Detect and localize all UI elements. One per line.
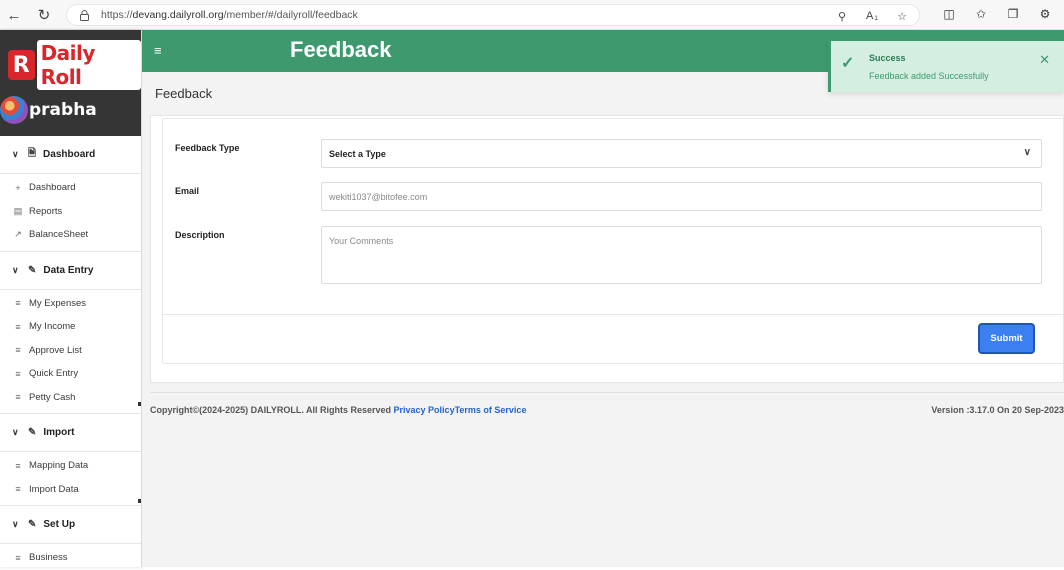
footer: Copyright©(2024-2025) DAILYROLL. All Rig… [150,392,1064,422]
external-link-icon: ↗ [14,229,22,240]
list-icon: ≡ [15,368,21,379]
sidebar: R Daily Roll prabha ∨ 🗎 Dashboard + Dashb… [0,30,142,567]
description-label: Description [175,230,225,240]
list-icon: ≡ [15,298,21,309]
plus-icon: + [15,182,21,193]
toast-title: Success [869,53,906,63]
sidebar-item-approve-list[interactable]: ≡ Approve List [0,339,141,363]
favorite-star-icon[interactable]: ☆ [893,7,911,25]
email-label: Email [175,186,200,196]
file-icon: 🗎 [28,148,37,159]
pencil-icon: ✎ [28,427,37,438]
sidebar-item-mapping-data[interactable]: ≡ Mapping Data [0,454,141,478]
address-bar[interactable]: https://devang.dailyroll.org/member/#/da… [66,4,920,26]
privacy-policy-link[interactable]: Privacy Policy [394,405,455,415]
nav-group-dashboard: ∨ 🗎 Dashboard + Dashboard ▤ Reports ↗ Balan… [0,136,141,258]
feedback-type-value: Select a Type [329,148,386,159]
breadcrumb: Feedback [155,86,213,101]
user-name: prabha [29,100,97,120]
list-icon: ≡ [15,552,21,563]
sidebar-item-reports[interactable]: ▤ Reports [0,200,141,224]
read-aloud-icon[interactable]: A ₁ [863,7,881,25]
terms-link[interactable]: Terms of Service [455,405,527,415]
description-textarea[interactable]: Your Comments [321,226,1042,284]
sidebar-item-balancesheet[interactable]: ↗ BalanceSheet [0,223,141,247]
sidebar-item-my-income[interactable]: ≡ My Income [0,315,141,339]
group-toggle-import[interactable]: ∨ ✎ Import [0,414,141,452]
version-text: Version :3.17.0 On 20 Sep-2023 [931,405,1064,415]
extensions-icon[interactable]: ⚙ [1036,4,1054,24]
sidebar-item-business[interactable]: ≡ Business [0,546,141,570]
sidebar-header: R Daily Roll prabha [0,30,141,136]
toast-message: Feedback added Successfully [869,71,989,81]
nav-group-data-entry: ∨ ✎ Data Entry ≡ My Expenses ≡ My Income ≡… [0,251,141,414]
sidebar-item-petty-cash[interactable]: ≡ Petty Cash [0,386,141,410]
zoom-icon[interactable]: ⚲ [833,7,851,25]
chevron-down-icon: ∨ [12,427,19,437]
list-icon: ≡ [15,392,21,403]
pencil-icon: ✎ [28,519,37,530]
clipboard-icon: ▤ [13,205,23,216]
list-icon: ≡ [15,321,21,332]
success-toast: ✓ Success Feedback added Successfully ✕ [828,41,1064,92]
scroll-marker [138,401,141,406]
page-title: Feedback [290,37,392,62]
divider [163,314,1064,315]
url-text: https://devang.dailyroll.org/member/#/da… [101,9,358,21]
logo-mark: R [8,50,35,80]
group-label: Dashboard [43,149,96,160]
feedback-card: Feedback Type Select a Type ∨ Email weki… [150,115,1064,383]
group-label: Data Entry [43,264,94,276]
chevron-down-icon: ∨ [12,264,19,275]
feedback-type-label: Feedback Type [175,143,240,153]
nav-group-import: ∨ ✎ Import ≡ Mapping Data ≡ Import Data [0,414,141,506]
scroll-marker [138,499,141,503]
main-content: Feedback Feedback Type Select a Type ∨ E… [142,72,1064,567]
group-label: Import [43,427,75,438]
hamburger-icon[interactable]: ≡ [154,43,162,58]
favorites-icon[interactable]: ✩ [972,4,990,24]
avatar [0,96,28,124]
list-icon: ≡ [15,345,21,356]
split-screen-icon[interactable]: ◫ [940,4,958,24]
close-icon[interactable]: ✕ [1039,52,1050,68]
group-toggle-dashboard[interactable]: ∨ 🗎 Dashboard [0,136,141,174]
sidebar-item-import-data[interactable]: ≡ Import Data [0,478,141,502]
refresh-icon[interactable]: ↻ [32,3,56,27]
back-icon[interactable]: ← [2,3,26,27]
submit-button[interactable]: Submit [978,323,1035,354]
chevron-down-icon: ∨ [12,149,19,159]
browser-toolbar: ← ↻ https://devang.dailyroll.org/member/… [0,0,1064,30]
copyright-text: Copyright©(2024-2025) DAILYROLL. All Rig… [150,405,527,415]
pencil-icon: ✎ [28,264,37,276]
nav-group-set-up: ∨ ✎ Set Up ≡ Business [0,506,141,570]
collections-icon[interactable]: ❐ [1004,4,1022,24]
check-icon: ✓ [841,55,855,72]
user-profile[interactable]: prabha [0,96,97,124]
list-icon: ≡ [15,460,21,471]
group-toggle-data-entry[interactable]: ∨ ✎ Data Entry [0,251,141,290]
logo[interactable]: R Daily Roll [8,40,141,90]
list-icon: ≡ [15,484,21,495]
chevron-down-icon: ∨ [1023,147,1031,158]
group-toggle-set-up[interactable]: ∨ ✎ Set Up [0,506,141,544]
sidebar-item-my-expenses[interactable]: ≡ My Expenses [0,292,141,316]
feedback-form: Feedback Type Select a Type ∨ Email weki… [162,118,1064,364]
email-field[interactable]: wekiti1037@bitofee.com [321,182,1042,211]
sidebar-item-dashboard[interactable]: + Dashboard [0,176,141,200]
chevron-down-icon: ∨ [12,519,19,529]
feedback-type-select[interactable]: Select a Type ∨ [321,139,1042,168]
sidebar-item-quick-entry[interactable]: ≡ Quick Entry [0,362,141,386]
lock-icon [79,9,89,21]
group-label: Set Up [43,519,76,530]
logo-text: Daily Roll [36,40,141,90]
